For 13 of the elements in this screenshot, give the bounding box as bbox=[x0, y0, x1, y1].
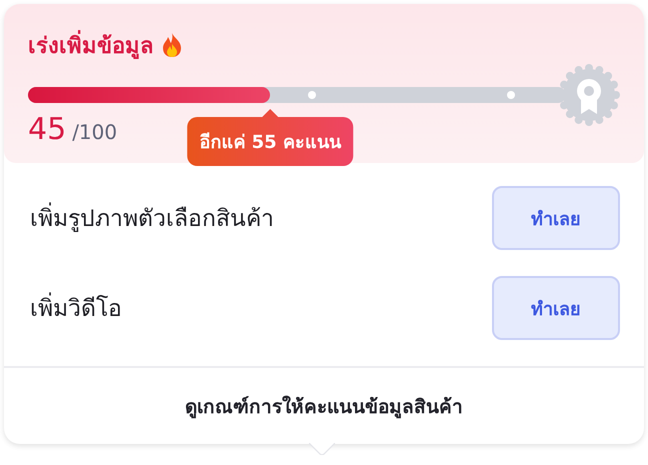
remaining-tooltip: อีกแค่ 55 คะแนน bbox=[187, 117, 353, 166]
milestone-dot bbox=[308, 91, 316, 99]
score-value: 45 bbox=[28, 112, 66, 147]
milestone-dot bbox=[506, 91, 515, 99]
tooltip-pointer-icon bbox=[262, 109, 278, 117]
panel-title: เร่งเพิ่มข้อมูล bbox=[28, 28, 153, 62]
do-now-button[interactable]: ทำเลย bbox=[492, 276, 620, 340]
score-total: /100 bbox=[72, 120, 118, 144]
scoring-criteria-link[interactable]: ดูเกณฑ์การให้คะแนนข้อมูลสินค้า bbox=[185, 391, 463, 421]
task-label: เพิ่มวิดีโอ bbox=[30, 290, 122, 326]
do-now-button[interactable]: ทำเลย bbox=[492, 186, 620, 250]
fire-icon bbox=[161, 32, 183, 58]
task-label: เพิ่มรูปภาพตัวเลือกสินค้า bbox=[30, 200, 274, 236]
